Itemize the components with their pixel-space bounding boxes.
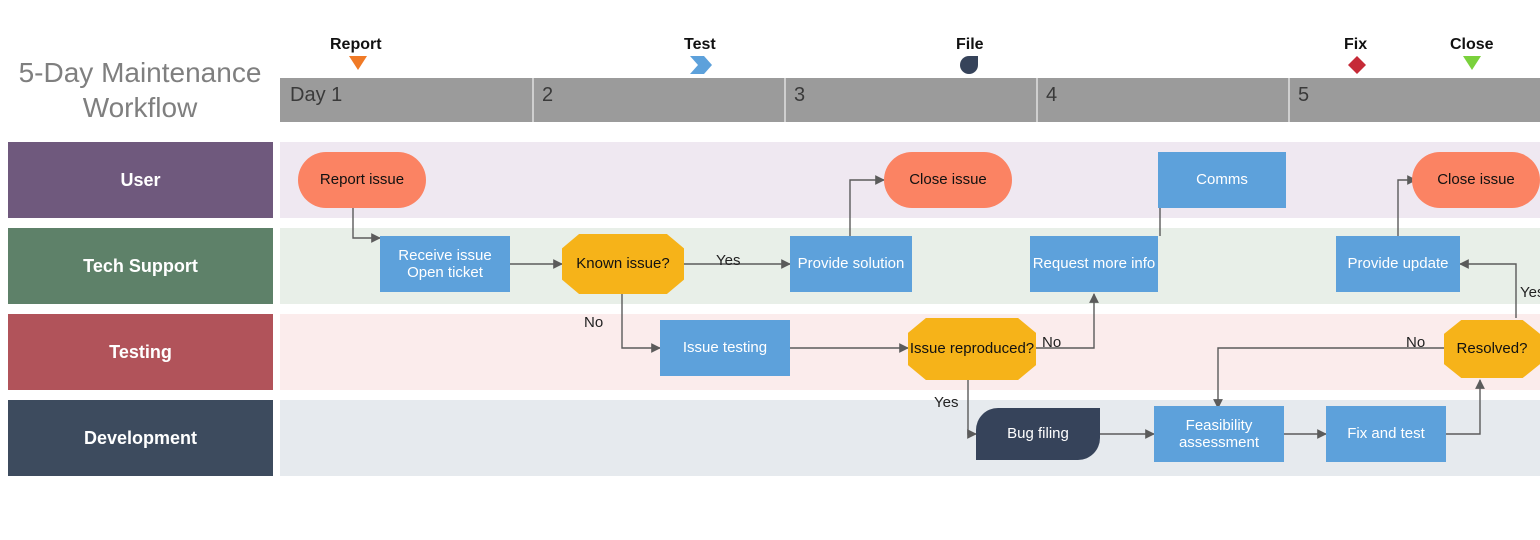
day-label-2: 2 <box>542 84 553 107</box>
lane-label-development: Development <box>8 400 273 476</box>
node-issue-reproduced: Issue reproduced? <box>908 318 1036 380</box>
milestone-label-file: File <box>956 36 984 54</box>
day-label-4: 4 <box>1046 84 1057 107</box>
lane-label-user: User <box>8 142 273 218</box>
milestone-icon-file <box>960 56 978 79</box>
day-label-1: Day 1 <box>290 84 342 107</box>
lane-label-testing: Testing <box>8 314 273 390</box>
node-request-more-info: Request more info <box>1030 236 1158 292</box>
timeline-bar: Day 1 2 3 4 5 <box>280 78 1540 122</box>
lane-label-techsupport: Tech Support <box>8 228 273 304</box>
node-fix-and-test: Fix and test <box>1326 406 1446 462</box>
milestone-label-test: Test <box>684 36 716 54</box>
milestone-icon-report <box>349 56 367 77</box>
node-report-issue: Report issue <box>298 152 426 208</box>
milestone-label-close: Close <box>1450 36 1494 54</box>
milestone-icon-test <box>690 56 712 79</box>
node-known-issue: Known issue? <box>562 234 684 294</box>
day-label-5: 5 <box>1298 84 1309 107</box>
milestone-icon-fix <box>1348 56 1366 79</box>
milestone-label-fix: Fix <box>1344 36 1367 54</box>
milestone-icon-close <box>1463 56 1481 77</box>
edge-label-repro-no: No <box>1042 334 1061 351</box>
node-comms: Comms <box>1158 152 1286 208</box>
page-title: 5-Day Maintenance Workflow <box>0 55 280 125</box>
day-label-3: 3 <box>794 84 805 107</box>
node-provide-solution: Provide solution <box>790 236 912 292</box>
node-resolved: Resolved? <box>1444 320 1540 378</box>
node-receive-issue: Receive issue Open ticket <box>380 236 510 292</box>
node-provide-update: Provide update <box>1336 236 1460 292</box>
text: Receive issue <box>398 247 491 264</box>
text: Open ticket <box>407 264 483 281</box>
edge-label-known-no: No <box>584 314 603 331</box>
node-bug-filing: Bug filing <box>976 408 1100 460</box>
node-close-issue-1: Close issue <box>884 152 1012 208</box>
edge-label-repro-yes: Yes <box>934 394 958 411</box>
node-close-issue-2: Close issue <box>1412 152 1540 208</box>
node-issue-testing: Issue testing <box>660 320 790 376</box>
diagram-canvas: 5-Day Maintenance Workflow Report Test F… <box>0 0 1540 540</box>
node-feasibility: Feasibility assessment <box>1154 406 1284 462</box>
edge-label-resolved-no: No <box>1406 334 1425 351</box>
edge-label-known-yes: Yes <box>716 252 740 269</box>
edge-label-resolved-yes: Yes <box>1520 284 1540 301</box>
milestone-label-report: Report <box>330 36 382 54</box>
